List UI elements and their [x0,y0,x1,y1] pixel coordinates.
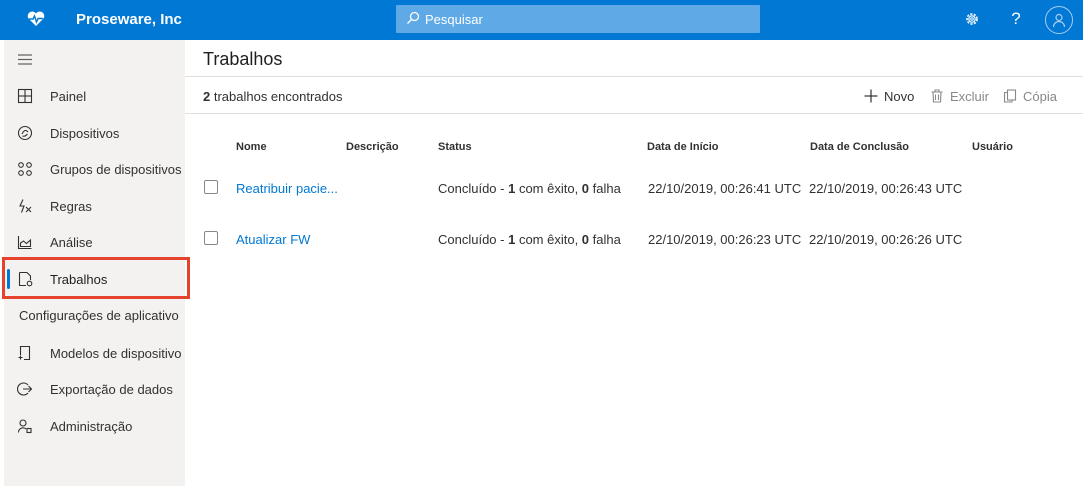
job-name-link[interactable]: Atualizar FW [236,232,310,247]
new-button[interactable]: Novo [864,86,914,106]
sidebar-item-analise[interactable]: Análise [4,224,185,260]
sidebar-item-administracao[interactable]: Administração [4,408,185,444]
brand-name[interactable]: Proseware, Inc [76,11,182,28]
sidebar-item-grupos-de-dispositivos[interactable]: Grupos de dispositivos [4,151,185,187]
job-end-date: 22/10/2019, 00:26:26 UTC [809,232,963,247]
success-label: com êxito, [515,232,582,247]
section-header: Configurações de aplicativo [19,308,179,323]
sidebar-item-regras[interactable]: Regras [4,188,185,224]
fail-label: falha [589,181,621,196]
copy-button[interactable]: Cópia [1003,86,1057,106]
sidebar-item-dispositivos[interactable]: Dispositivos [4,115,185,151]
sidebar-item-label: Regras [50,198,92,214]
delete-button-label: Excluir [950,88,990,104]
copy-button-label: Cópia [1023,88,1057,104]
help-button[interactable]: ? [1006,9,1026,29]
device-templates-icon [18,345,31,361]
column-header-nome[interactable]: Nome [236,141,267,153]
delete-button[interactable]: Excluir [930,86,989,106]
sidebar-item-label: Exportação de dados [50,381,173,397]
avatar[interactable] [1045,6,1073,34]
table-row[interactable]: Atualizar FW Concluído - 1 com êxito, 0 … [185,219,1083,259]
help-icon: ? [1011,9,1021,28]
devices-icon [17,125,33,141]
settings-button[interactable] [962,9,982,29]
hamburger-menu-icon[interactable] [18,54,32,65]
sidebar-item-modelos-de-dispositivo[interactable]: Modelos de dispositivo [4,335,185,371]
analytics-icon [17,236,32,250]
column-header-data-inicio[interactable]: Data de Início [647,141,719,153]
top-bar: Proseware, Inc Pesquisar ? [0,0,1083,40]
job-status: Concluído - 1 com êxito, 0 falha [438,181,621,196]
sidebar-item-trabalhos[interactable]: Trabalhos [2,257,190,299]
sidebar-item-label: Modelos de dispositivo [50,345,182,361]
highlight-box [2,257,190,299]
row-checkbox[interactable] [204,180,218,194]
success-label: com êxito, [515,181,582,196]
fail-count: 0 [581,232,590,247]
device-groups-icon [18,162,32,176]
status-prefix: Concluído - [438,181,509,196]
column-header-usuario[interactable]: Usuário [972,141,1013,153]
sidebar-item-label: Dispositivos [50,125,120,141]
sidebar-item-exportacao-de-dados[interactable]: Exportação de dados [4,371,185,407]
new-button-label: Novo [884,88,915,104]
job-start-date: 22/10/2019, 00:26:41 UTC [648,181,802,196]
status-prefix: Concluído - [438,232,509,247]
administration-icon [17,419,32,434]
search-icon [407,11,420,24]
page-title: Trabalhos [203,49,283,69]
sidebar-item-label: Painel [50,88,87,104]
search-placeholder: Pesquisar [425,12,483,27]
job-status: Concluído - 1 com êxito, 0 falha [438,232,621,247]
divider [185,113,1083,114]
dashboard-icon [17,88,33,104]
gear-icon [966,13,978,25]
sidebar-item-label: Administração [50,418,133,434]
job-start-date: 22/10/2019, 00:26:23 UTC [648,232,802,247]
heart-pulse-icon[interactable] [26,9,46,29]
column-header-descricao[interactable]: Descrição [346,141,399,153]
data-export-icon [17,382,33,396]
copy-icon [1003,89,1017,103]
search-input[interactable]: Pesquisar [396,5,760,33]
trash-icon [931,89,943,103]
sidebar-item-label: Grupos de dispositivos [50,161,182,177]
divider [185,76,1083,77]
results-count-label: trabalhos encontrados [210,89,343,104]
results-count: 2 trabalhos encontrados [203,89,343,104]
sidebar-item-painel[interactable]: Painel [4,78,185,114]
sidebar-item-label: Análise [50,234,93,250]
table-row[interactable]: Reatribuir pacie... Concluído - 1 com êx… [185,168,1083,208]
fail-label: falha [589,232,621,247]
user-icon [1052,13,1066,28]
rules-icon [19,199,32,213]
sidebar: Painel Dispositivos Grupos de dispositiv… [2,40,190,486]
plus-icon [864,89,878,103]
fail-count: 0 [581,181,590,196]
column-header-data-conclusao[interactable]: Data de Conclusão [810,141,909,153]
job-name-link[interactable]: Reatribuir pacie... [236,181,338,196]
column-header-status[interactable]: Status [438,141,472,153]
job-end-date: 22/10/2019, 00:26:43 UTC [809,181,963,196]
row-checkbox[interactable] [204,231,218,245]
